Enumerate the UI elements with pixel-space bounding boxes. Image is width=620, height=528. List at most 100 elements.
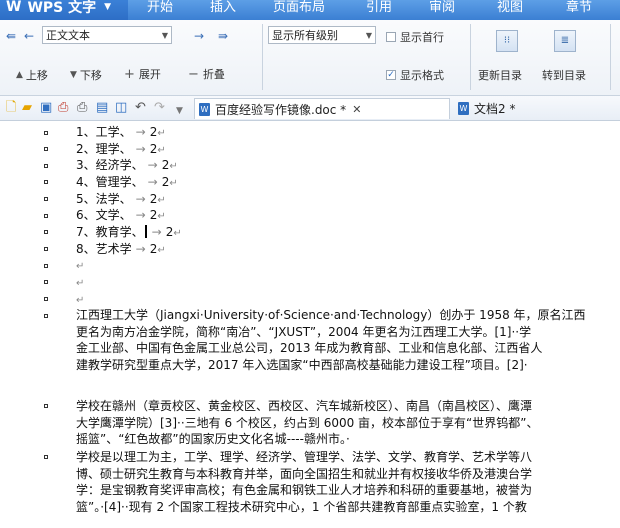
- menu-page-layout[interactable]: 页面布局: [273, 0, 325, 15]
- print-icon[interactable]: ⎙: [77, 100, 87, 116]
- paragraph-line: 篮”。·[4]··现有 2 个国家工程技术研究中心，1 个省部共建教育部重点实验…: [76, 499, 527, 514]
- promote-icon[interactable]: ←: [24, 29, 34, 43]
- goto-toc-button[interactable]: 转到目录: [542, 67, 586, 83]
- show-format-checkbox[interactable]: ✓ 显示格式: [386, 67, 444, 83]
- paragraph-line: 更名为南方冶金学院，简称“南冶”、“JXUST”，2004 年更名为江西理工大学…: [76, 324, 532, 339]
- app-menu-button[interactable]: W WPS 文字 ▼: [0, 0, 128, 20]
- outline-bullet[interactable]: [44, 180, 48, 184]
- list-item-text: 2、理学、: [76, 142, 132, 156]
- list-item-text: 7、教育学、: [76, 225, 144, 239]
- list-item: 6、文学、 → 2↵: [76, 208, 166, 224]
- paragraph-line: 江西理工大学（Jiangxi·University·of·Science·and…: [76, 308, 586, 322]
- expand-button[interactable]: + 展开: [124, 66, 161, 82]
- outline-bullet[interactable]: [44, 164, 48, 168]
- outline-bullet[interactable]: [44, 280, 48, 284]
- show-format-label: 显示格式: [400, 69, 444, 82]
- list-item: 1、工学、 → 2↵: [76, 125, 166, 141]
- spell-check-icon[interactable]: ◫: [115, 100, 127, 116]
- list-item-text: 5、法学、: [76, 192, 132, 206]
- save-icon[interactable]: ▣: [40, 100, 52, 116]
- outline-bullet[interactable]: [44, 197, 48, 201]
- undo-icon[interactable]: ↶: [135, 100, 146, 116]
- move-down-button[interactable]: ▼ 下移: [70, 67, 102, 83]
- update-toc-icon[interactable]: ⁝⁝: [496, 30, 518, 52]
- paragraph-line: 学：是宝钢教育奖评审高校；有色金属和钢铁工业人才培养和科研的重要基地，被誉为: [76, 483, 533, 497]
- close-icon[interactable]: ✕: [352, 103, 361, 116]
- outline-bullet[interactable]: [44, 314, 48, 318]
- outline-bullet[interactable]: [44, 297, 48, 301]
- outline-bullet[interactable]: [44, 230, 48, 234]
- triangle-up-icon: ▲: [16, 70, 23, 80]
- list-item: 2、理学、 → 2↵: [76, 142, 166, 158]
- list-item-text: 4、管理学、: [76, 175, 144, 189]
- tab-arrow-icon: →: [135, 142, 146, 156]
- goto-toc-icon[interactable]: ≣: [554, 30, 576, 52]
- paragraph-mark-icon: ↵: [157, 195, 166, 206]
- show-first-line-label: 显示首行: [400, 31, 444, 44]
- tab-label: 百度经验写作镜像.doc *: [215, 102, 347, 117]
- menu-chapter[interactable]: 章节: [566, 0, 592, 15]
- promote-to-heading-icon[interactable]: ⇚: [6, 29, 16, 43]
- menu-references[interactable]: 引用: [366, 0, 392, 15]
- move-up-button[interactable]: ▲ 上移: [16, 67, 48, 83]
- menu-insert[interactable]: 插入: [210, 0, 236, 15]
- body-paragraph: 江西理工大学（Jiangxi·University·of·Science·and…: [76, 307, 620, 373]
- checkbox-icon: [386, 32, 396, 42]
- wps-logo-icon: W: [6, 0, 22, 15]
- tab-label: 文档2 *: [474, 102, 516, 116]
- outline-bullet[interactable]: [44, 455, 48, 459]
- tab-document2[interactable]: W 文档2 *: [454, 98, 554, 119]
- document-canvas[interactable]: 1、工学、 → 2↵ 2、理学、 → 2↵ 3、经济学、 → 2↵ 4、管理学、 → 2↵ 5、…: [0, 121, 620, 528]
- paragraph-line: 摇篮”、“红色故都”的国家历史文化名城----赣州市。·: [76, 432, 350, 446]
- list-item: 4、管理学、 → 2↵: [76, 175, 178, 191]
- outline-bullet[interactable]: [44, 264, 48, 268]
- tab-baidu-doc[interactable]: W 百度经验写作镜像.doc * ✕: [194, 98, 450, 119]
- outline-level-select[interactable]: 正文文本 ▼: [42, 26, 172, 44]
- list-item: 8、艺术学 → 2↵: [76, 242, 166, 258]
- paragraph-mark-icon: ↵: [173, 228, 182, 239]
- ribbon-separator: [610, 24, 611, 90]
- tab-arrow-icon: →: [151, 225, 162, 239]
- paragraph-line: 建教学研究型重点大学，2017 年入选国家“中西部高校基础能力建设工程”项目。[…: [76, 357, 528, 372]
- export-pdf-icon[interactable]: ⎙: [58, 100, 68, 116]
- customize-dropdown-icon[interactable]: ▼: [176, 103, 183, 119]
- document-icon: W: [458, 102, 469, 115]
- collapse-button[interactable]: − 折叠: [188, 66, 225, 82]
- checkbox-checked-icon: ✓: [386, 70, 396, 80]
- menu-view[interactable]: 视图: [497, 0, 523, 15]
- new-document-icon[interactable]: 🗋: [6, 100, 16, 116]
- outline-ribbon: ⇚ ← 正文文本 ▼ → ⇛ 显示所有级别 ▼ 显示首行 ▲ 上移 ▼ 下移 +…: [0, 20, 620, 96]
- tab-arrow-icon: →: [135, 125, 146, 139]
- move-up-label: 上移: [25, 69, 48, 82]
- outline-bullet[interactable]: [44, 131, 48, 135]
- paragraph-line: 学校是以理工为主，工学、理学、经济学、管理学、法学、文学、教育学、艺术学等八: [76, 450, 533, 464]
- outline-bullet[interactable]: [44, 404, 48, 408]
- triangle-down-icon: ▼: [70, 70, 77, 80]
- redo-icon[interactable]: ↷: [154, 100, 165, 116]
- list-item-text: 8、艺术学: [76, 242, 132, 256]
- show-level-value: 显示所有级别: [272, 29, 338, 42]
- show-first-line-checkbox[interactable]: 显示首行: [386, 29, 444, 45]
- menu-review[interactable]: 审阅: [429, 0, 455, 15]
- demote-to-body-icon[interactable]: ⇛: [218, 29, 228, 43]
- open-folder-icon[interactable]: ▰: [22, 100, 32, 116]
- paragraph-mark-icon: ↵: [169, 178, 178, 189]
- outline-bullet[interactable]: [44, 247, 48, 251]
- show-level-select[interactable]: 显示所有级别 ▼: [268, 26, 376, 44]
- ribbon-separator: [262, 24, 263, 90]
- outline-bullet[interactable]: [44, 147, 48, 151]
- demote-icon[interactable]: →: [194, 29, 204, 43]
- outline-bullet[interactable]: [44, 214, 48, 218]
- update-toc-button[interactable]: 更新目录: [478, 67, 522, 83]
- menu-home[interactable]: 开始: [147, 0, 173, 15]
- paragraph-mark-icon: ↵: [157, 128, 166, 139]
- chevron-down-icon: ▼: [161, 30, 168, 40]
- paragraph-line: 学校在赣州（章贡校区、黄金校区、西校区、汽车城新校区）、南昌（南昌校区）、鹰潭: [76, 399, 533, 413]
- app-name: WPS 文字: [27, 0, 97, 16]
- print-preview-icon[interactable]: ▤: [96, 100, 108, 116]
- body-paragraph: 学校在赣州（章贡校区、黄金校区、西校区、汽车城新校区）、南昌（南昌校区）、鹰潭 …: [76, 398, 620, 448]
- paragraph-line: 博、硕士研究生教育与本科教育并举，面向全国招生和就业并有权接收华侨及港澳台学: [76, 466, 533, 481]
- list-item-text: 3、经济学、: [76, 158, 144, 172]
- paragraph-mark-icon: ↵: [76, 278, 85, 289]
- document-icon: W: [199, 102, 210, 116]
